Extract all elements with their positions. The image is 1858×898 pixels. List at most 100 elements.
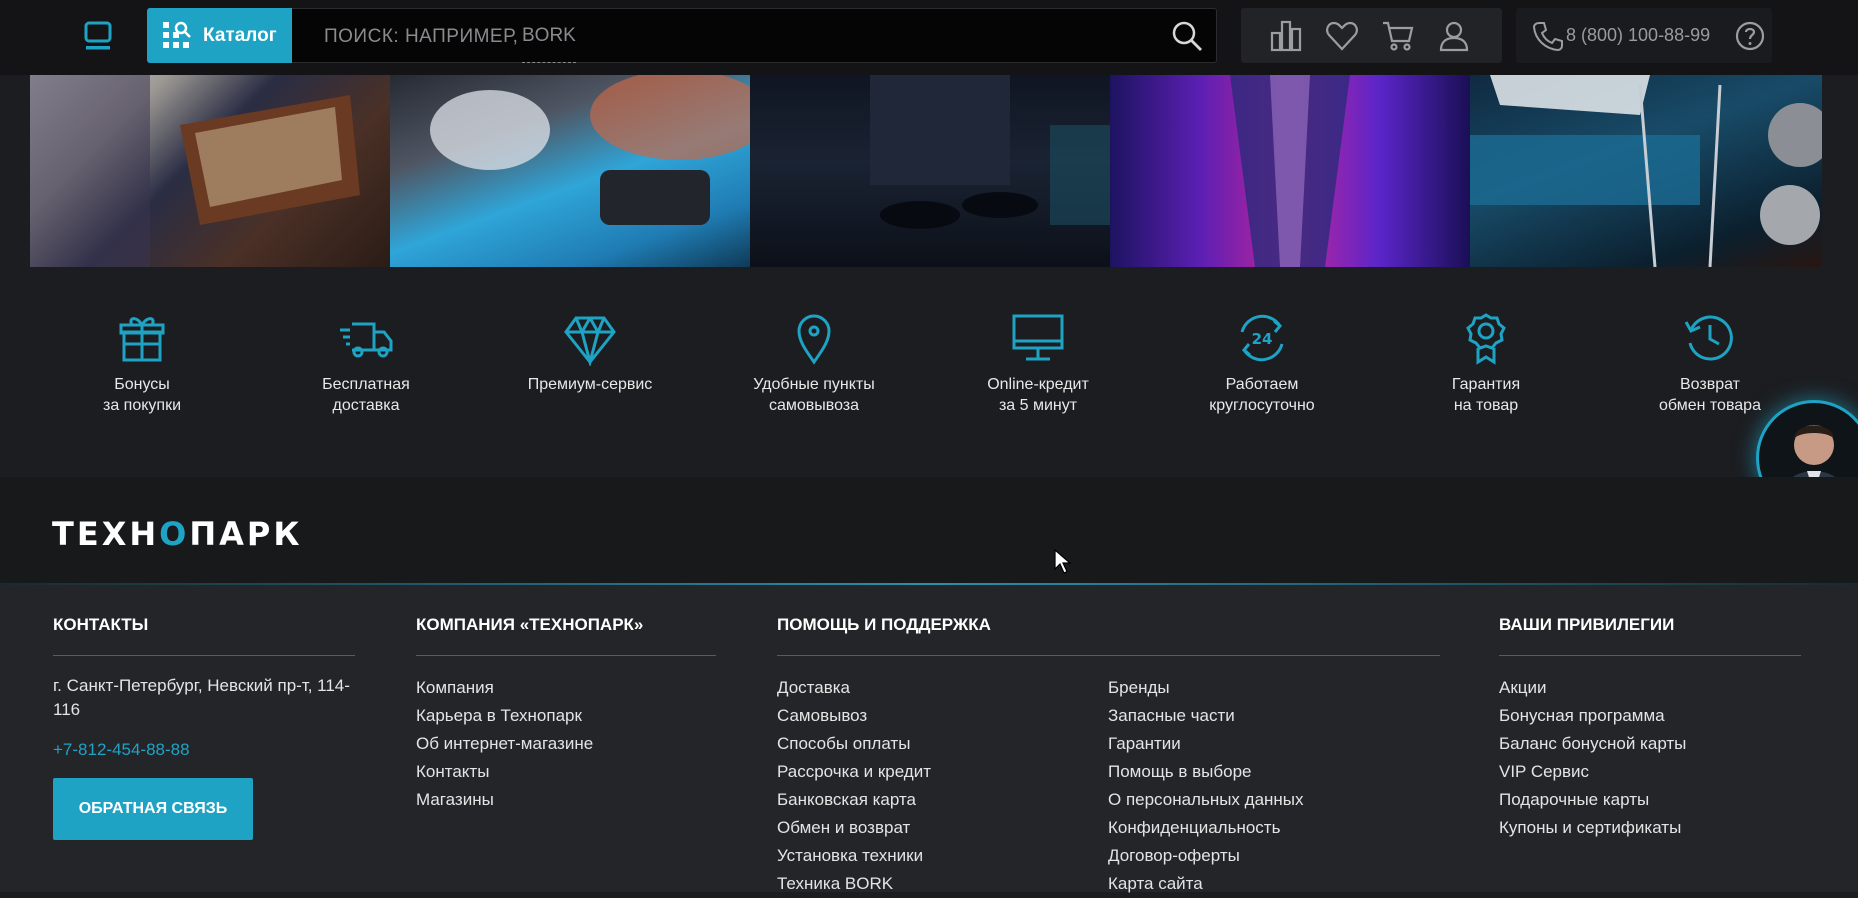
footer-link[interactable]: Бренды bbox=[1108, 674, 1304, 702]
feature-warranty[interactable]: Гарантия на товар bbox=[1374, 310, 1598, 416]
user-profile-icon[interactable] bbox=[1437, 19, 1471, 53]
footer-link[interactable]: Доставка bbox=[777, 674, 931, 702]
help-links-left: Доставка Самовывоз Способы оплаты Рассро… bbox=[777, 674, 931, 898]
promo-photo-banner[interactable] bbox=[30, 75, 1822, 267]
footer-link[interactable]: Установка техники bbox=[777, 842, 931, 870]
feature-label: Online-кредит за 5 минут bbox=[987, 376, 1089, 414]
help-question-icon[interactable] bbox=[1734, 20, 1766, 52]
truck-icon bbox=[340, 322, 393, 358]
mouse-cursor-icon bbox=[1054, 549, 1072, 574]
column-rule bbox=[53, 655, 355, 656]
banner-photo-robot bbox=[390, 75, 750, 267]
help-title: ПОМОЩЬ И ПОДДЕРЖКА bbox=[777, 615, 991, 634]
help-links-right: Бренды Запасные части Гарантии Помощь в … bbox=[1108, 674, 1304, 898]
footer-link[interactable]: Карта сайта bbox=[1108, 870, 1304, 898]
catalog-button[interactable]: Каталог bbox=[147, 8, 292, 63]
banner-photo-chair bbox=[1470, 75, 1822, 267]
footer-link[interactable]: Рассрочка и кредит bbox=[777, 758, 931, 786]
footer-link[interactable]: Банковская карта bbox=[777, 786, 931, 814]
compare-icon[interactable] bbox=[1269, 19, 1303, 53]
home-logo-icon[interactable] bbox=[72, 16, 124, 56]
24h-icon: 24 bbox=[1240, 314, 1284, 362]
banner-photo-chess bbox=[30, 75, 390, 267]
footer-link[interactable]: Самовывоз bbox=[777, 702, 931, 730]
contact-phone-link[interactable]: +7-812-454-88-88 bbox=[53, 740, 355, 760]
site-footer: КОНТАКТЫ г. Санкт-Петербург, Невский пр-… bbox=[0, 585, 1858, 893]
catalog-label: Каталог bbox=[203, 24, 277, 46]
banner-photo-jacket bbox=[1110, 75, 1470, 267]
cart-icon[interactable] bbox=[1381, 19, 1415, 53]
footer-link[interactable]: Обмен и возврат bbox=[777, 814, 931, 842]
feature-label: Бесплатная доставка bbox=[322, 376, 410, 414]
footer-link[interactable]: Помощь в выборе bbox=[1108, 758, 1304, 786]
footer-link[interactable]: Конфиденциальность bbox=[1108, 814, 1304, 842]
search-icon[interactable] bbox=[1170, 19, 1204, 53]
header-phone-number[interactable]: 8 (800) 100-88-99 bbox=[1566, 8, 1710, 63]
footer-link[interactable]: Об интернет-магазине bbox=[416, 730, 716, 758]
logo-text-o: О bbox=[159, 515, 190, 553]
feature-pickup-points[interactable]: Удобные пункты самовывоза bbox=[702, 310, 926, 416]
svg-text:24: 24 bbox=[1252, 330, 1273, 348]
diamond-icon bbox=[564, 316, 616, 366]
footer-contacts-column: КОНТАКТЫ г. Санкт-Петербург, Невский пр-… bbox=[53, 615, 355, 840]
search-input[interactable] bbox=[322, 9, 1126, 64]
logo-text-part2: ПАРК bbox=[189, 515, 303, 553]
footer-link[interactable]: Способы оплаты bbox=[777, 730, 931, 758]
footer-link[interactable]: Техника BORK bbox=[777, 870, 931, 898]
column-rule bbox=[1499, 655, 1801, 656]
phone-icon bbox=[1532, 22, 1563, 52]
map-pin-icon bbox=[797, 314, 831, 365]
column-rule bbox=[777, 655, 1440, 656]
feature-bonuses[interactable]: Бонусы за покупки bbox=[30, 310, 254, 416]
features-row: Бонусы за покупки Бесплатная доставка Пр… bbox=[30, 310, 1822, 430]
footer-link[interactable]: Договор-оферты bbox=[1108, 842, 1304, 870]
company-title: КОМПАНИЯ «ТЕХНОПАРК» bbox=[416, 615, 644, 634]
favorites-heart-icon[interactable] bbox=[1325, 19, 1359, 53]
footer-link[interactable]: Подарочные карты bbox=[1499, 786, 1801, 814]
contacts-title: КОНТАКТЫ bbox=[53, 615, 149, 634]
footer-link[interactable]: Баланс бонусной карты bbox=[1499, 730, 1801, 758]
footer-link[interactable]: Контакты bbox=[416, 758, 716, 786]
footer-link[interactable]: Акции bbox=[1499, 674, 1801, 702]
clock-return-icon bbox=[1684, 315, 1733, 361]
footer-link[interactable]: Компания bbox=[416, 674, 716, 702]
feature-label: Удобные пункты самовывоза bbox=[753, 376, 875, 414]
footer-privileges-column: ВАШИ ПРИВИЛЕГИИ Акции Бонусная программа… bbox=[1499, 615, 1801, 842]
search-brand-hint[interactable]: BORK bbox=[522, 9, 576, 63]
award-icon bbox=[1466, 313, 1506, 365]
feedback-button[interactable]: ОБРАТНАЯ СВЯЗЬ bbox=[53, 778, 253, 840]
feature-label: Премиум-сервис bbox=[527, 376, 653, 393]
feature-returns[interactable]: Возврат обмен товара bbox=[1598, 310, 1822, 416]
search-bar: BORK bbox=[292, 8, 1217, 64]
phone-area: 8 (800) 100-88-99 bbox=[1516, 8, 1772, 63]
monitor-icon bbox=[1012, 314, 1064, 361]
feature-label: Бонусы за покупки bbox=[102, 376, 182, 414]
footer-link[interactable]: О персональных данных bbox=[1108, 786, 1304, 814]
footer-link[interactable]: Магазины bbox=[416, 786, 716, 814]
feature-24-7[interactable]: 24 Работаем круглосуточно bbox=[1150, 310, 1374, 416]
footer-link[interactable]: VIP Сервис bbox=[1499, 758, 1801, 786]
store-address: г. Санкт-Петербург, Невский пр-т, 114-11… bbox=[53, 676, 350, 719]
feature-premium-service[interactable]: Премиум-сервис bbox=[478, 310, 702, 395]
feature-label: Работаем круглосуточно bbox=[1209, 376, 1315, 414]
technopark-logo[interactable]: ТЕХНОПАРК bbox=[52, 515, 303, 553]
footer-link[interactable]: Карьера в Технопарк bbox=[416, 702, 716, 730]
footer-link[interactable]: Купоны и сертификаты bbox=[1499, 814, 1801, 842]
footer-link[interactable]: Бонусная программа bbox=[1499, 702, 1801, 730]
footer-company-column: КОМПАНИЯ «ТЕХНОПАРК» Компания Карьера в … bbox=[416, 615, 716, 814]
footer-link[interactable]: Гарантии bbox=[1108, 730, 1304, 758]
column-rule bbox=[416, 655, 716, 656]
feature-online-credit[interactable]: Online-кредит за 5 минут bbox=[926, 310, 1150, 416]
privileges-title: ВАШИ ПРИВИЛЕГИИ bbox=[1499, 615, 1675, 634]
privileges-links: Акции Бонусная программа Баланс бонусной… bbox=[1499, 674, 1801, 842]
site-header: Каталог BORK 8 (800) 100-88-99 bbox=[0, 0, 1858, 75]
feature-free-delivery[interactable]: Бесплатная доставка bbox=[254, 310, 478, 416]
footer-link[interactable]: Запасные части bbox=[1108, 702, 1304, 730]
header-tools bbox=[1241, 8, 1502, 63]
footer-brand-strip: ТЕХНОПАРК bbox=[0, 477, 1858, 584]
logo-text-part1: ТЕХН bbox=[52, 515, 160, 553]
feature-label: Гарантия на товар bbox=[1451, 376, 1521, 414]
footer-help-column: ПОМОЩЬ И ПОДДЕРЖКА Доставка Самовывоз Сп… bbox=[777, 615, 1440, 893]
gift-icon bbox=[119, 317, 165, 362]
catalog-grid-icon bbox=[163, 21, 191, 48]
